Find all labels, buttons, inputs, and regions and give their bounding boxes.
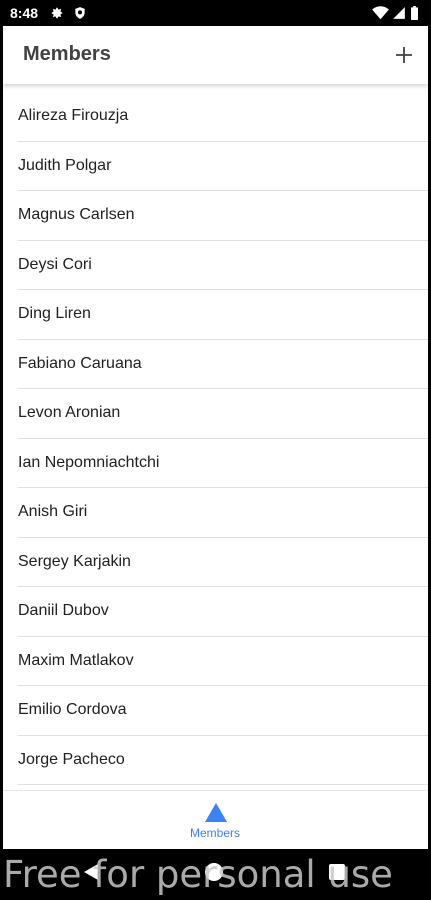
tab-members-label: Members <box>189 826 240 840</box>
shield-icon <box>75 7 85 19</box>
triangle-icon <box>205 803 227 822</box>
member-name: Anish Giri <box>18 503 88 520</box>
list-item[interactable]: Fabiano Caruana <box>18 340 428 389</box>
list-item[interactable]: Anish Giri <box>18 488 428 538</box>
bottom-navigation: Members <box>3 790 428 849</box>
list-item[interactable]: Ian Nepomniachtchi <box>18 439 428 488</box>
member-name: Judith Polgar <box>18 156 112 174</box>
plus-icon <box>396 47 412 63</box>
member-name: Ian Nepomniachtchi <box>18 453 160 471</box>
list-item[interactable]: Ding Liren <box>18 290 428 340</box>
member-name: Emilio Cordova <box>18 701 127 718</box>
member-name: Maxim Matlakov <box>18 651 134 669</box>
list-item[interactable]: Deysi Cori <box>18 241 428 290</box>
battery-icon <box>411 6 418 20</box>
member-name: Jorge Pacheco <box>18 750 125 768</box>
wifi-icon <box>372 6 389 20</box>
signal-icon <box>393 7 405 19</box>
list-item[interactable]: Magnus Carlsen <box>18 191 428 241</box>
app-screen: Members Alireza Firouzja Judith Polgar Mag… <box>3 26 428 849</box>
member-name: Ding Liren <box>18 305 91 322</box>
member-name: Daniil Dubov <box>18 602 109 619</box>
add-member-button[interactable] <box>388 39 420 71</box>
list-item[interactable]: Judith Polgar <box>18 142 428 191</box>
watermark-text: Free for personal use <box>3 853 393 896</box>
tab-members[interactable]: Members <box>165 791 265 849</box>
device-frame: 8:48 Members Alireza Firouzja Judith Pol… <box>0 0 431 900</box>
list-item[interactable]: Sergey Karjakin <box>18 538 428 587</box>
status-time: 8:48 <box>10 5 39 21</box>
app-bar: Members <box>3 26 428 84</box>
list-item[interactable]: Levon Aronian <box>18 389 428 439</box>
member-name: Alireza Firouzja <box>18 107 129 124</box>
member-name: Deysi Cori <box>18 255 92 273</box>
member-name: Fabiano Caruana <box>18 354 142 372</box>
gear-icon <box>51 7 63 19</box>
list-item[interactable]: Daniil Dubov <box>18 587 428 637</box>
member-name: Magnus Carlsen <box>18 206 135 223</box>
list-item[interactable]: Alireza Firouzja <box>18 92 428 142</box>
member-list: Alireza Firouzja Judith Polgar Magnus Carl… <box>3 84 428 790</box>
list-item[interactable]: Jorge Pacheco <box>18 736 428 785</box>
list-item[interactable]: Maxim Matlakov <box>18 637 428 686</box>
status-bar: 8:48 <box>0 0 431 26</box>
page-title: Members <box>23 43 111 65</box>
member-name: Sergey Karjakin <box>18 552 131 570</box>
list-item[interactable]: Emilio Cordova <box>18 686 428 736</box>
member-name: Levon Aronian <box>18 404 121 421</box>
